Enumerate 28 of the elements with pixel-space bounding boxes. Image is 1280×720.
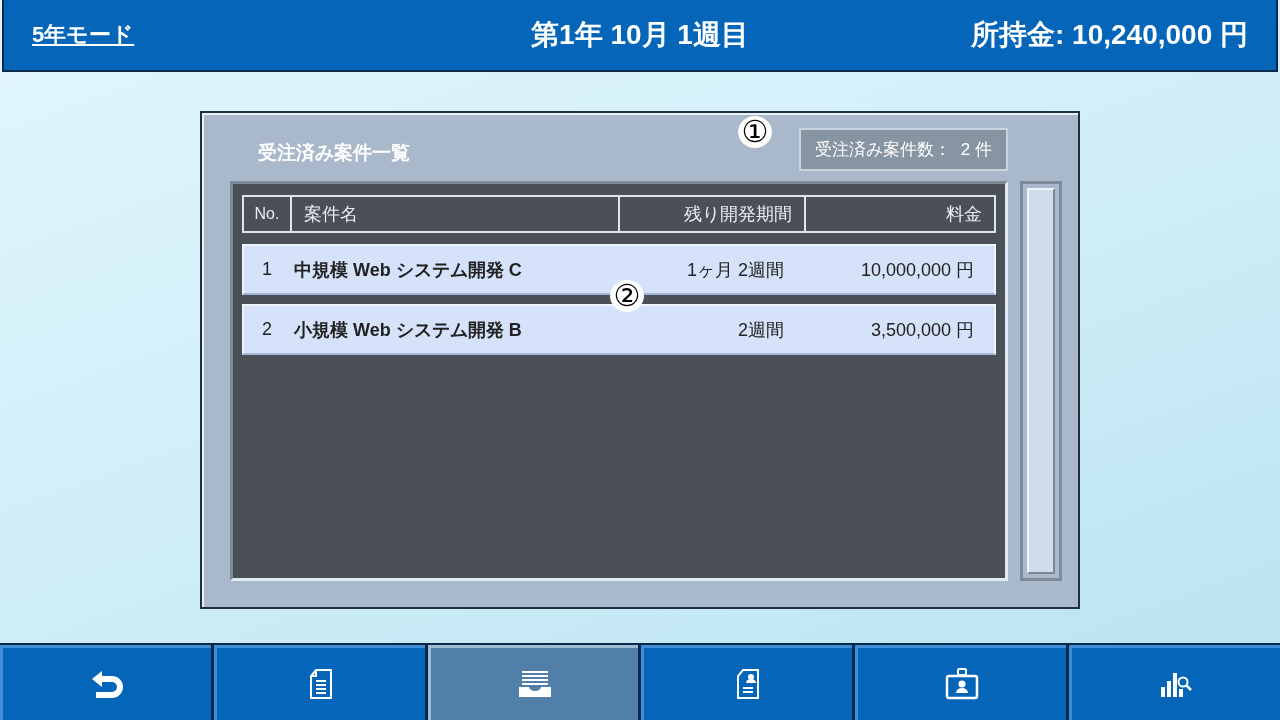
annotation-marker: ①	[738, 116, 772, 148]
column-header: No.	[253, 204, 281, 224]
document-icon	[307, 668, 334, 700]
column-header: 料金	[804, 197, 994, 231]
row-number: 1	[261, 259, 273, 280]
nav-button[interactable]	[427, 645, 639, 720]
money-label: 所持金: 10,240,000 円	[970, 18, 1248, 52]
project-name: 中規模 Web システム開発 C	[293, 258, 523, 282]
nav-button[interactable]	[0, 645, 211, 720]
panel-title: 受注済み案件一覧	[257, 141, 410, 165]
id-badge-icon	[945, 668, 980, 700]
fee-amount: 10,000,000 円	[859, 258, 975, 282]
fee-amount: 3,500,000 円	[869, 318, 975, 342]
profile-document-icon	[735, 668, 762, 700]
scrollbar-thumb[interactable]	[1027, 188, 1055, 574]
mode-link[interactable]: 5年モード	[32, 20, 135, 50]
count-value: 2 件	[960, 138, 992, 161]
inbox-tray-icon	[517, 670, 552, 698]
count-label: 受注済み案件数：	[814, 138, 951, 161]
date-label: 第1年 10月 1週目	[531, 18, 749, 52]
column-header: 案件名	[290, 197, 618, 231]
scrollbar[interactable]	[1020, 181, 1062, 581]
remaining-period: 1ヶ月 2週間	[685, 258, 785, 282]
row-number: 2	[261, 319, 273, 340]
project-name: 小規模 Web システム開発 B	[293, 318, 523, 342]
column-header: 残り開発期間	[618, 197, 804, 231]
remaining-period: 2週間	[737, 318, 785, 342]
nav-button[interactable]	[855, 645, 1067, 720]
